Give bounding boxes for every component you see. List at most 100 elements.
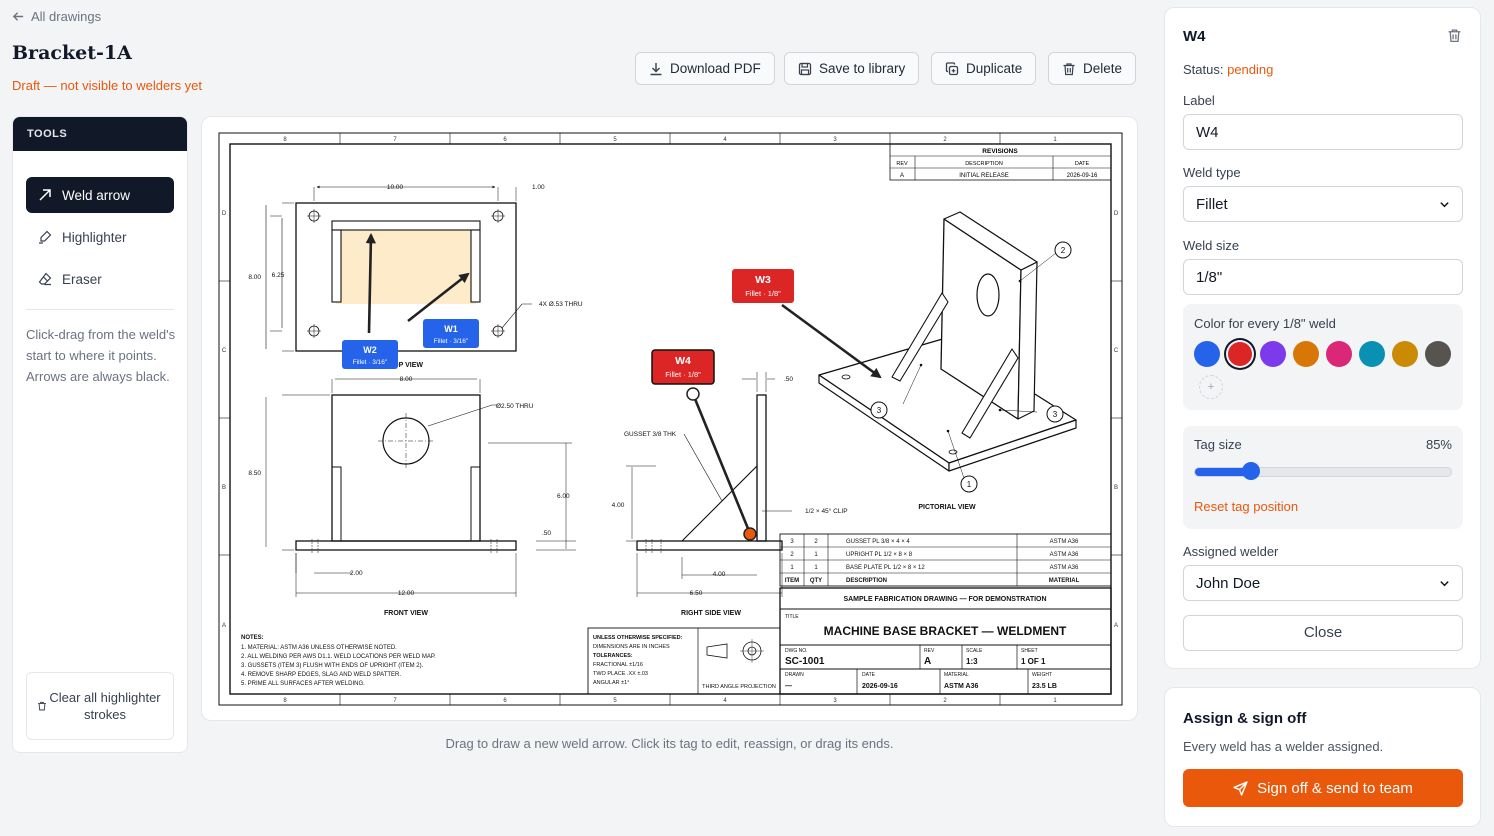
clear-highlighter-button[interactable]: Clear all highlighter strokes xyxy=(26,672,174,740)
weld-arrow-tool-label: Weld arrow xyxy=(62,187,131,203)
tb-value: 23.5 LB xyxy=(1032,683,1057,690)
engineering-drawing[interactable]: 8 7 6 5 4 3 2 1 8 7 6 5 4 3 2 1 D C B A … xyxy=(202,117,1139,722)
sign-off-button[interactable]: Sign off & send to team xyxy=(1183,769,1463,807)
weld-tag-id: W3 xyxy=(755,274,771,286)
tb-value: ASTM A36 xyxy=(944,683,978,690)
color-swatch-purple[interactable] xyxy=(1260,341,1286,367)
download-pdf-button[interactable]: Download PDF xyxy=(635,52,775,85)
assigned-welder-select[interactable]: John Doe xyxy=(1183,565,1463,601)
color-picker-label: Color for every 1/8" weld xyxy=(1194,316,1336,331)
close-panel-button[interactable]: Close xyxy=(1183,615,1463,651)
tb-value: 1 OF 1 xyxy=(1021,657,1046,666)
save-to-library-button[interactable]: Save to library xyxy=(784,52,920,85)
tol-line: FRACTIONAL ±1/16 xyxy=(593,662,643,668)
tb-label: SHEET xyxy=(1021,648,1038,654)
weld-tag-w4[interactable]: W4 Fillet · 1/8" xyxy=(651,349,715,385)
tb-value: — xyxy=(785,683,792,690)
canvas-hint: Drag to draw a new weld arrow. Click its… xyxy=(445,736,894,751)
trash-icon xyxy=(1448,29,1461,43)
weld-arrow-start-handle[interactable] xyxy=(686,387,700,401)
dim-label: .50 xyxy=(784,376,793,383)
dim-label: 8.00 xyxy=(248,274,261,281)
color-swatch-gray[interactable] xyxy=(1425,341,1451,367)
download-icon xyxy=(650,62,662,75)
weld-status: Status: pending xyxy=(1183,62,1273,77)
zone-row-label: D xyxy=(1114,211,1119,217)
weld-type-select[interactable]: Fillet xyxy=(1183,186,1463,222)
label-field-label: Label xyxy=(1183,93,1215,108)
dim-label: Ø2.50 THRU xyxy=(496,403,534,410)
weld-tag-w2[interactable]: W2 Fillet · 3/16" xyxy=(342,340,398,369)
dim-label: 6.50 xyxy=(690,590,703,597)
duplicate-label: Duplicate xyxy=(966,61,1023,76)
color-swatch-red[interactable] xyxy=(1228,342,1252,366)
dim-label: 10.00 xyxy=(387,184,404,191)
back-to-all-drawings-link[interactable]: All drawings xyxy=(12,9,101,24)
color-swatch-pink[interactable] xyxy=(1326,341,1352,367)
dim-label: 12.00 xyxy=(398,590,415,597)
page-title: Bracket-1A xyxy=(12,42,132,64)
color-swatch-orange[interactable] xyxy=(1293,341,1319,367)
zone-row-label: A xyxy=(1114,623,1118,629)
highlighter-tool[interactable]: Highlighter xyxy=(26,219,174,255)
tag-size-slider-thumb[interactable] xyxy=(1241,462,1260,480)
dim-label: .50 xyxy=(542,530,551,537)
tag-size-slider-track[interactable] xyxy=(1194,467,1452,477)
weld-tag-w1[interactable]: W1 Fillet · 3/16" xyxy=(423,319,479,348)
eraser-tool-label: Eraser xyxy=(62,271,102,287)
balloon-label: 3 xyxy=(1053,410,1058,419)
tools-divider xyxy=(26,309,174,310)
tol-line: ANGULAR ±1° xyxy=(593,680,629,686)
bom-header: MATERIAL xyxy=(1049,578,1080,584)
add-color-button[interactable]: + xyxy=(1199,375,1223,399)
weld-tag-id: W2 xyxy=(363,345,377,355)
highlighter-tool-label: Highlighter xyxy=(62,229,127,245)
color-swatch-gold[interactable] xyxy=(1392,341,1418,367)
bom-header: ITEM xyxy=(785,578,799,584)
tol-line: THIRD ANGLE PROJECTION xyxy=(702,684,776,690)
weld-tag-id: W1 xyxy=(444,324,458,334)
revisions-col: DATE xyxy=(1075,161,1090,167)
status-label: Status: xyxy=(1183,62,1224,77)
tol-line: UNLESS OTHERWISE SPECIFIED: xyxy=(593,635,683,641)
tb-label: REV xyxy=(924,648,935,654)
weld-detail-panel: W4 Status: pending Label W4 Weld type Fi… xyxy=(1164,7,1481,669)
tb-label: WEIGHT xyxy=(1032,672,1052,678)
zone-row-label: B xyxy=(1114,485,1118,491)
weld-tag-w3[interactable]: W3 Fillet · 1/8" xyxy=(732,269,794,303)
color-swatch-teal[interactable] xyxy=(1359,341,1385,367)
delete-label: Delete xyxy=(1083,61,1123,76)
zone-row-label: D xyxy=(222,211,227,217)
weld-size-input[interactable]: 1/8" xyxy=(1183,259,1463,295)
clear-highlighter-label: Clear all highlighter strokes xyxy=(49,689,161,723)
eraser-tool[interactable]: Eraser xyxy=(26,261,174,297)
chevron-down-icon xyxy=(1440,580,1449,586)
bom-header: DESCRIPTION xyxy=(846,578,887,584)
weld-tag-spec: Fillet · 3/16" xyxy=(353,359,388,366)
delete-weld-button[interactable] xyxy=(1447,28,1462,48)
color-swatch-blue[interactable] xyxy=(1194,341,1220,367)
weld-tag-spec: Fillet · 1/8" xyxy=(745,289,781,298)
delete-button[interactable]: Delete xyxy=(1048,52,1137,85)
tb-value: 2026-09-16 xyxy=(862,683,898,690)
notes-heading: NOTES: xyxy=(241,635,264,641)
label-input-value: W4 xyxy=(1196,123,1219,141)
dim-label: GUSSET 3/8 THK xyxy=(624,431,677,438)
arrow-up-right-icon xyxy=(39,189,51,201)
tb-label: MATERIAL xyxy=(944,672,969,678)
view-title: FRONT VIEW xyxy=(384,610,428,617)
dim-label: 1/2 × 45° CLIP xyxy=(805,507,848,515)
label-input[interactable]: W4 xyxy=(1183,114,1463,150)
duplicate-button[interactable]: Duplicate xyxy=(931,52,1037,85)
dim-label: 6.25 xyxy=(272,272,285,279)
save-icon xyxy=(798,62,812,75)
tools-heading: TOOLS xyxy=(13,117,187,151)
bom-cell: ASTM A36 xyxy=(1050,539,1079,545)
weld-arrow-tool[interactable]: Weld arrow xyxy=(26,177,174,213)
drawing-canvas[interactable]: 8 7 6 5 4 3 2 1 8 7 6 5 4 3 2 1 D C B A … xyxy=(201,116,1138,721)
weld-arrow-end-handle[interactable] xyxy=(743,527,757,541)
view-title: PICTORIAL VIEW xyxy=(918,504,976,511)
reset-tag-position-link[interactable]: Reset tag position xyxy=(1194,499,1298,514)
weld-tag-spec: Fillet · 3/16" xyxy=(434,338,469,345)
tb-label: DATE xyxy=(862,672,876,678)
